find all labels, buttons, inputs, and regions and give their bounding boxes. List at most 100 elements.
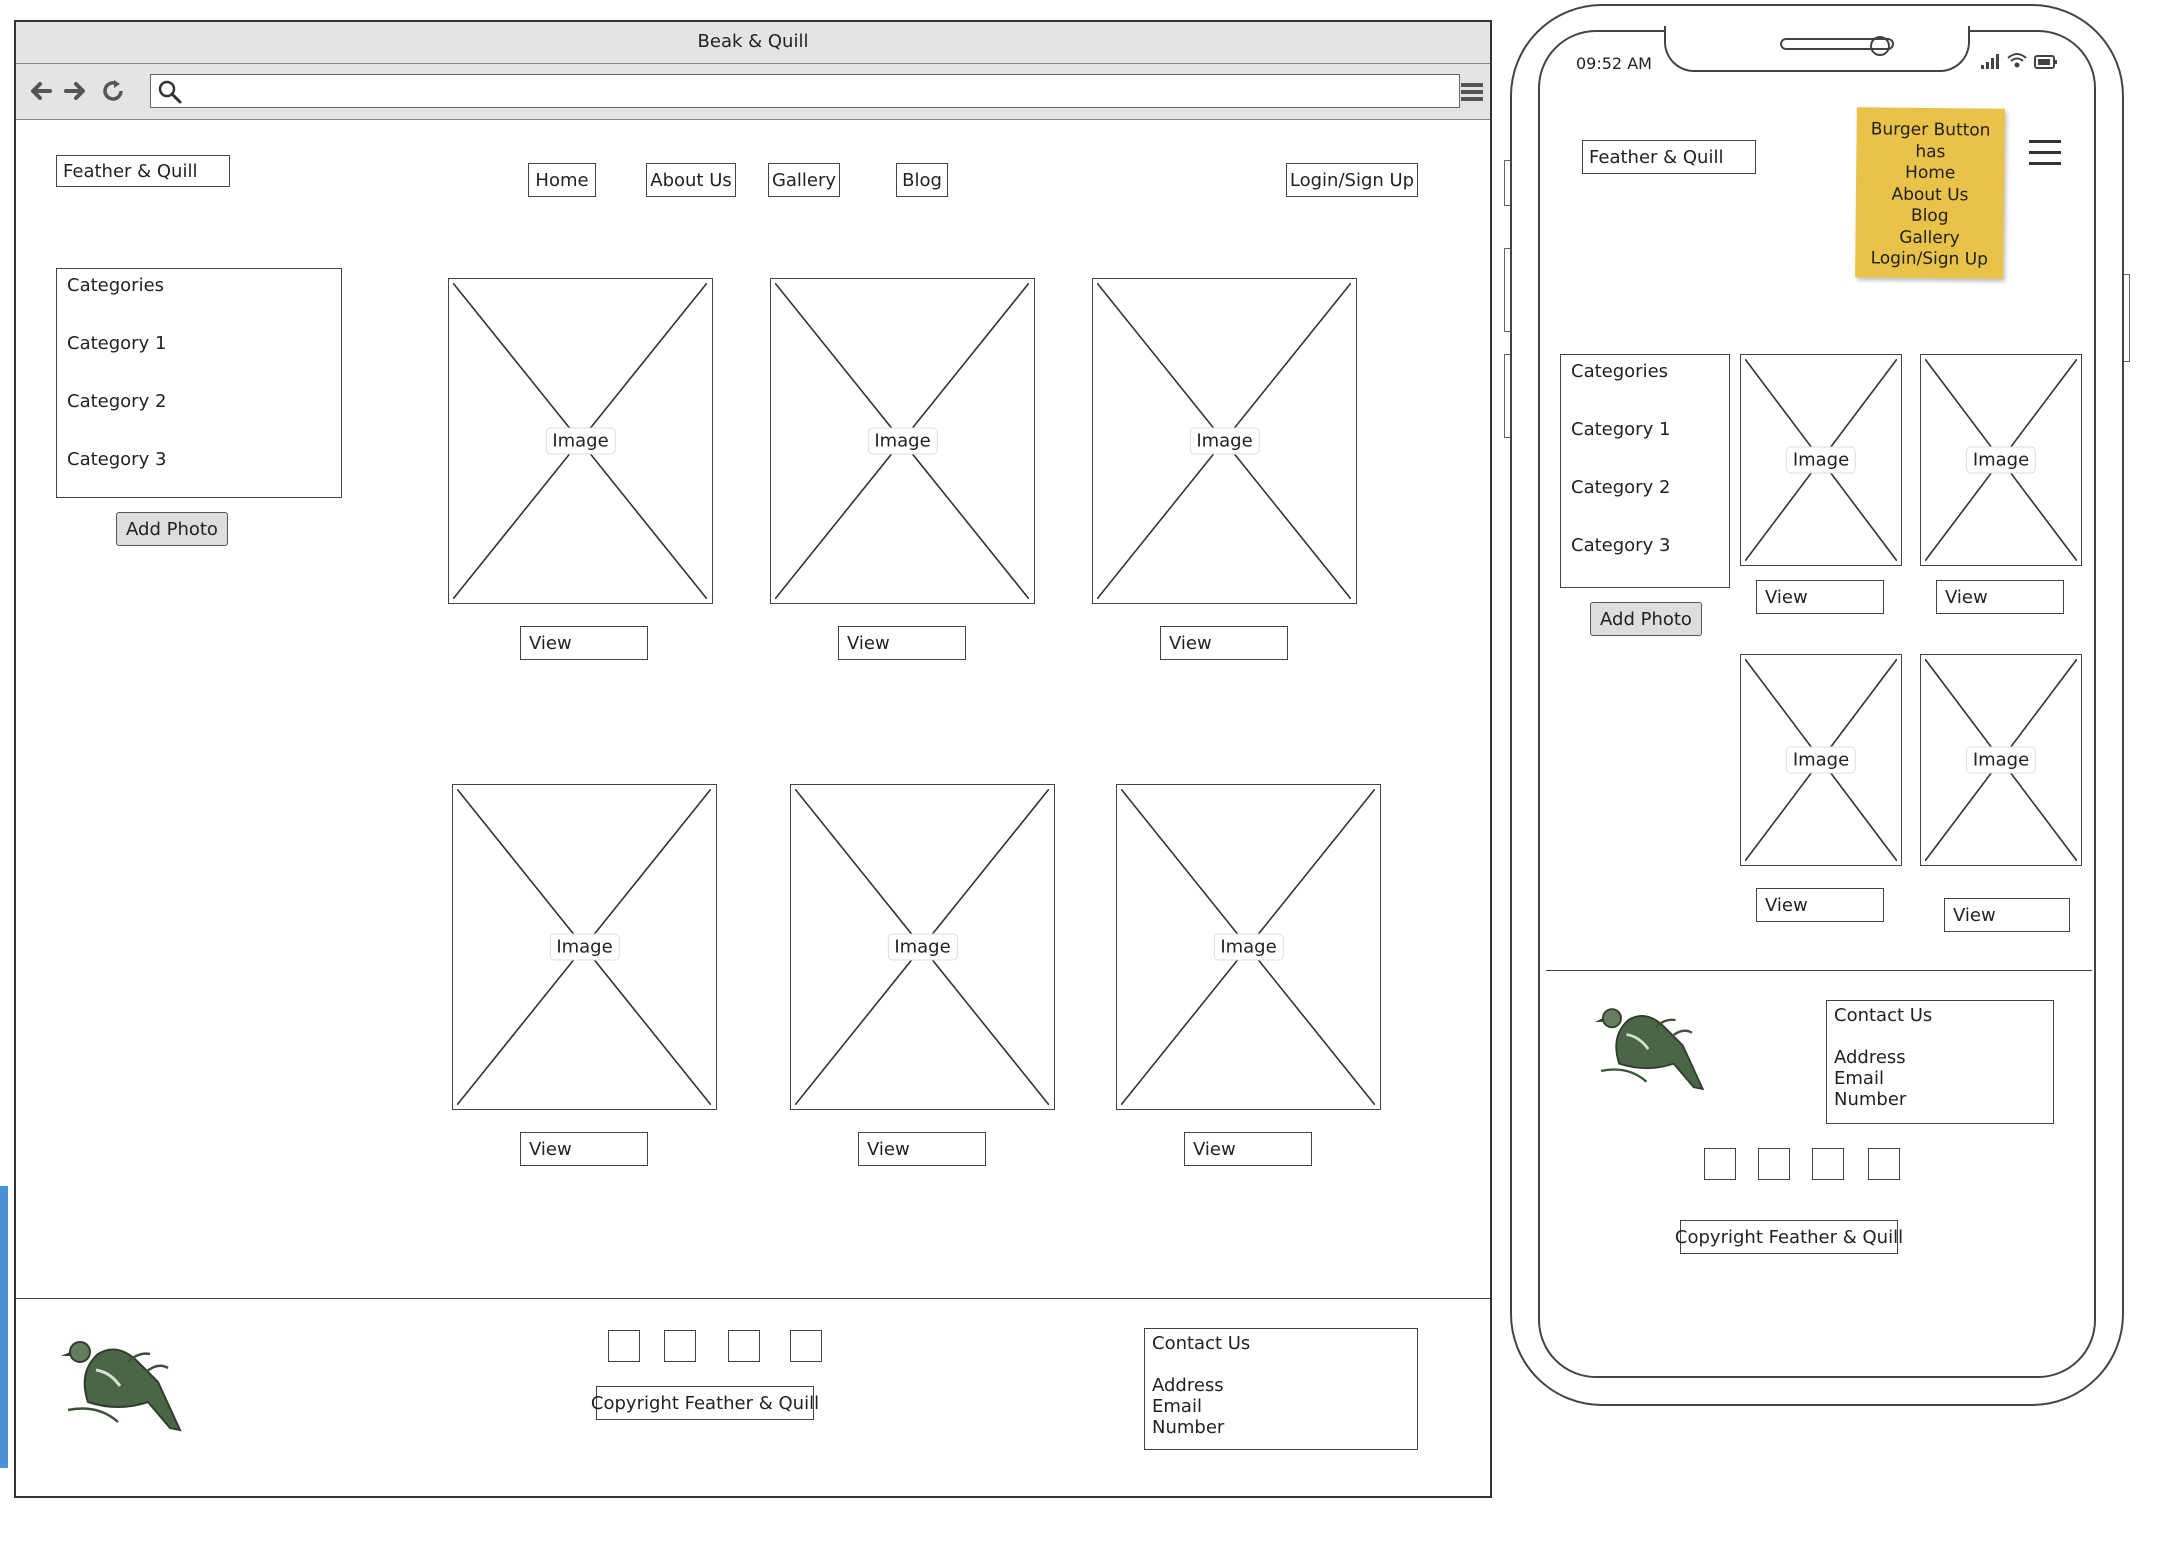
nav-about-us[interactable]: About Us <box>646 163 736 197</box>
category-item[interactable]: Category 3 <box>67 449 166 470</box>
address-bar[interactable] <box>150 74 1460 108</box>
browser-title-bar: Beak & Quill <box>16 22 1490 64</box>
site-logo-box[interactable]: Feather & Quill <box>56 155 230 187</box>
signal-icon <box>1980 52 2002 70</box>
category-item[interactable]: Category 3 <box>1571 535 1670 556</box>
status-time: 09:52 AM <box>1576 54 1652 73</box>
image-placeholder[interactable]: Image <box>1920 354 2082 566</box>
nav-home[interactable]: Home <box>528 163 596 197</box>
nav-gallery[interactable]: Gallery <box>768 163 840 197</box>
category-item[interactable]: Category 2 <box>67 391 166 412</box>
contact-address: Address <box>1834 1047 1906 1068</box>
image-label: Image <box>1213 933 1284 961</box>
sticky-note-line: Burger Button <box>1870 119 1991 141</box>
search-icon <box>157 79 183 105</box>
desktop-browser-window: Beak & Quill Feather & Quill Home About … <box>14 20 1492 1498</box>
image-label: Image <box>1965 446 2037 474</box>
image-placeholder[interactable]: Image <box>1740 654 1902 866</box>
image-label: Image <box>549 933 620 961</box>
contact-title: Contact Us <box>1152 1333 1251 1354</box>
mobile-categories-panel: Categories Category 1 Category 2 Categor… <box>1560 354 1730 588</box>
image-placeholder[interactable]: Image <box>452 784 717 1110</box>
contact-number: Number <box>1152 1417 1225 1438</box>
bird-logo-icon <box>58 1332 188 1442</box>
sticky-note-line: About Us <box>1891 184 1969 205</box>
sticky-note-line: Gallery <box>1899 227 1960 248</box>
category-item[interactable]: Category 1 <box>1571 419 1670 440</box>
phone-side-button <box>1504 248 1510 332</box>
image-label: Image <box>1785 746 1857 774</box>
sticky-note-line: Home <box>1904 162 1956 184</box>
social-icon[interactable] <box>1868 1148 1900 1180</box>
contact-email: Email <box>1834 1068 1884 1089</box>
footer-divider <box>16 1298 1490 1299</box>
image-label: Image <box>545 427 616 455</box>
forward-arrow-icon[interactable] <box>60 76 90 106</box>
browser-toolbar <box>16 64 1490 120</box>
sticky-note: Burger Button has Home About Us Blog Gal… <box>1855 107 2005 279</box>
phone-side-button <box>1504 354 1510 438</box>
reload-icon[interactable] <box>98 76 128 106</box>
categories-title: Categories <box>67 275 165 296</box>
wifi-icon <box>2006 50 2028 70</box>
social-icon[interactable] <box>1758 1148 1790 1180</box>
image-label: Image <box>867 427 938 455</box>
image-placeholder[interactable]: Image <box>1092 278 1357 604</box>
mobile-bird-logo-icon <box>1592 1000 1710 1100</box>
social-icon[interactable] <box>608 1330 640 1362</box>
categories-panel: Categories Category 1 Category 2 Categor… <box>56 268 342 498</box>
copyright-box: Copyright Feather & Quill <box>591 1386 819 1420</box>
sticky-note-line: has <box>1915 141 1946 162</box>
back-arrow-icon[interactable] <box>26 76 56 106</box>
contact-address: Address <box>1152 1375 1224 1396</box>
view-button[interactable]: View <box>1756 580 1884 614</box>
browser-menu-icon[interactable] <box>1460 80 1484 104</box>
contact-email: Email <box>1152 1396 1202 1417</box>
image-placeholder[interactable]: Image <box>790 784 1055 1110</box>
battery-icon <box>2034 54 2058 69</box>
view-button[interactable]: View <box>838 626 966 660</box>
mobile-add-photo-button[interactable]: Add Photo <box>1590 602 1702 636</box>
image-placeholder[interactable]: Image <box>1740 354 1902 566</box>
view-button[interactable]: View <box>520 626 648 660</box>
mobile-footer-divider <box>1546 970 2092 971</box>
contact-us-box: Contact Us Address Email Number <box>1144 1328 1418 1450</box>
view-button[interactable]: View <box>520 1132 648 1166</box>
add-photo-button[interactable]: Add Photo <box>116 512 228 546</box>
categories-title: Categories <box>1571 361 1669 382</box>
mobile-logo-box[interactable]: Feather & Quill <box>1582 140 1756 174</box>
hamburger-menu-icon[interactable] <box>2028 138 2062 168</box>
social-icon[interactable] <box>1812 1148 1844 1180</box>
sticky-note-line: Blog <box>1910 205 1949 227</box>
social-icon[interactable] <box>1704 1148 1736 1180</box>
image-label: Image <box>1785 446 1857 474</box>
view-button[interactable]: View <box>1160 626 1288 660</box>
view-button[interactable]: View <box>1944 898 2070 932</box>
social-icon[interactable] <box>790 1330 822 1362</box>
image-placeholder[interactable]: Image <box>1116 784 1381 1110</box>
nav-blog[interactable]: Blog <box>896 163 948 197</box>
category-item[interactable]: Category 2 <box>1571 477 1670 498</box>
phone-side-button <box>1504 160 1510 206</box>
view-button[interactable]: View <box>1936 580 2064 614</box>
image-placeholder[interactable]: Image <box>770 278 1035 604</box>
image-placeholder[interactable]: Image <box>448 278 713 604</box>
image-label: Image <box>887 933 958 961</box>
category-item[interactable]: Category 1 <box>67 333 166 354</box>
view-button[interactable]: View <box>858 1132 986 1166</box>
social-icon[interactable] <box>728 1330 760 1362</box>
image-label: Image <box>1965 746 2037 774</box>
login-signup-button[interactable]: Login/Sign Up <box>1286 163 1418 197</box>
view-button[interactable]: View <box>1756 888 1884 922</box>
side-accent-bar <box>0 1186 8 1468</box>
social-icon[interactable] <box>664 1330 696 1362</box>
contact-title: Contact Us <box>1834 1005 1933 1026</box>
image-label: Image <box>1189 427 1260 455</box>
contact-number: Number <box>1834 1089 1907 1110</box>
mobile-contact-us-box: Contact Us Address Email Number <box>1826 1000 2054 1124</box>
window-title: Beak & Quill <box>697 31 809 52</box>
view-button[interactable]: View <box>1184 1132 1312 1166</box>
mobile-copyright-box: Copyright Feather & Quill <box>1675 1220 1903 1254</box>
phone-side-button <box>2124 274 2130 362</box>
image-placeholder[interactable]: Image <box>1920 654 2082 866</box>
